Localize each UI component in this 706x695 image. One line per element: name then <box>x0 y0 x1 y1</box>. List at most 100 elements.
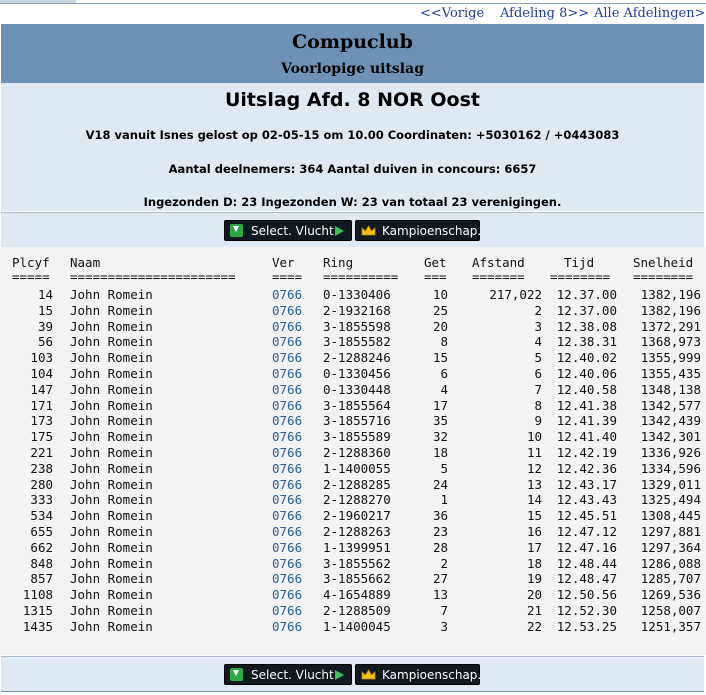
previous-link[interactable]: <<Vorige <box>420 6 484 21</box>
col-snelheid-cell: 1297,881 <box>640 524 701 539</box>
col-ring-header: Ring <box>323 255 354 270</box>
col-ver-cell[interactable]: 0766 <box>272 492 302 507</box>
championship-button[interactable]: Kampioenschap. <box>355 664 481 685</box>
col-get-underline: === <box>424 269 447 284</box>
club-title: Compuclub <box>292 31 413 53</box>
col-naam-cell: John Romein <box>70 334 153 350</box>
col-snelheid-cell: 1336,926 <box>640 445 701 460</box>
race-info: Uitslag Afd. 8 NOR Oost V18 vanuit Isnes… <box>1 83 704 211</box>
col-tijd-cell: 12.38.31 <box>556 334 617 350</box>
col-afstand-cell: 2 <box>534 302 542 318</box>
col-afstand-cell: 16 <box>526 524 542 539</box>
select-flight-label: Select. Vlucht <box>251 668 334 682</box>
col-naam-cell: John Romein <box>70 287 153 302</box>
col-ver-cell[interactable]: 0766 <box>272 445 302 460</box>
col-ver-cell[interactable]: 0766 <box>272 413 302 428</box>
col-ver-cell[interactable]: 0766 <box>272 540 302 555</box>
col-ver-cell[interactable]: 0766 <box>272 508 302 523</box>
col-naam-cell: John Romein <box>70 571 153 587</box>
col-plcyf-underline: ===== <box>12 269 50 284</box>
col-afstand-cell: 8 <box>534 397 542 413</box>
col-naam-cell: John Romein <box>70 508 153 524</box>
arrow-right-icon <box>335 226 344 236</box>
col-plcyf-cell: 1315 <box>22 603 53 618</box>
crown-icon <box>361 225 376 236</box>
select-flight-button[interactable]: Select. Vlucht <box>224 220 352 241</box>
col-ring-cell: 2-1288263 <box>323 524 391 539</box>
col-get-cell: 24 <box>432 476 448 492</box>
col-ver-cell[interactable]: 0766 <box>272 429 302 444</box>
col-get-cell: 6 <box>440 366 448 381</box>
col-get-cell: 35 <box>432 413 448 429</box>
col-afstand-cell: 17 <box>526 539 542 555</box>
col-naam-cell: John Romein <box>70 539 153 555</box>
col-tijd-cell: 12.43.43 <box>556 492 617 508</box>
col-afstand-cell: 5 <box>534 350 542 366</box>
col-tijd-underline: ======== <box>550 269 611 284</box>
col-ver-cell[interactable]: 0766 <box>272 603 302 618</box>
col-ver-cell[interactable]: 0766 <box>272 398 302 413</box>
col-plcyf-cell: 14 <box>37 287 53 302</box>
bottom-button-bar: Select. Vlucht Kampioenschap. <box>1 656 704 692</box>
col-ver-cell[interactable]: 0766 <box>272 287 302 302</box>
col-snelheid-cell: 1342,439 <box>640 413 701 429</box>
col-plcyf-cell: 171 <box>30 397 53 413</box>
col-naam-cell: John Romein <box>70 302 153 318</box>
col-tijd-cell: 12.37.00 <box>556 287 617 302</box>
championship-button[interactable]: Kampioenschap. <box>355 220 482 241</box>
col-ver-cell[interactable]: 0766 <box>272 366 302 381</box>
table-row: 1315 John Romein 0766 2-1288509 7 21 12.52.30 1… <box>0 603 706 619</box>
col-ver-cell[interactable]: 0766 <box>272 382 302 397</box>
col-afstand-cell: 10 <box>526 429 542 445</box>
select-flight-button[interactable]: Select. Vlucht <box>224 664 352 685</box>
col-get-cell: 13 <box>432 587 448 603</box>
col-ver-cell[interactable]: 0766 <box>272 619 302 634</box>
col-snelheid-cell: 1368,973 <box>640 334 701 350</box>
col-get-cell: 7 <box>440 603 448 618</box>
col-naam-cell: John Romein <box>70 555 153 571</box>
col-snelheid-cell: 1355,999 <box>640 350 701 366</box>
col-naam-header: Naam <box>70 255 101 270</box>
col-ver-cell[interactable]: 0766 <box>272 556 302 571</box>
col-ver-cell[interactable]: 0766 <box>272 319 302 334</box>
table-row: 175 John Romein 0766 3-1855589 32 10 12.41.40 1… <box>0 429 706 445</box>
col-ver-cell[interactable]: 0766 <box>272 334 302 349</box>
col-afstand-cell: 18 <box>526 555 542 571</box>
col-plcyf-cell: 333 <box>30 492 53 508</box>
col-ver-cell[interactable]: 0766 <box>272 477 302 492</box>
col-snelheid-underline: ======== <box>633 269 694 284</box>
col-tijd-cell: 12.40.58 <box>556 381 617 397</box>
col-ring-cell: 1-1399951 <box>323 539 391 555</box>
col-afstand-cell: 7 <box>534 381 542 397</box>
col-ver-cell[interactable]: 0766 <box>272 571 302 586</box>
col-get-cell: 25 <box>432 302 448 318</box>
page-title: Uitslag Afd. 8 NOR Oost <box>224 89 480 111</box>
download-icon <box>230 224 243 237</box>
col-ver-cell[interactable]: 0766 <box>272 587 302 602</box>
col-ver-cell[interactable]: 0766 <box>272 350 302 365</box>
col-plcyf-cell: 103 <box>30 350 53 366</box>
championship-label: Kampioenschap. <box>382 224 482 238</box>
col-plcyf-cell: 1108 <box>22 587 53 603</box>
next-afdeling-link[interactable]: Afdeling 8>> <box>500 6 589 21</box>
col-snelheid-cell: 1372,291 <box>640 318 701 334</box>
col-ring-cell: 3-1855716 <box>323 413 391 429</box>
col-ring-cell: 4-1654889 <box>323 587 391 603</box>
col-afstand-cell: 12 <box>526 460 542 476</box>
col-afstand-cell: 9 <box>534 413 542 429</box>
col-ver-header: Ver <box>272 255 295 270</box>
col-ver-cell[interactable]: 0766 <box>272 461 302 476</box>
col-ver-cell[interactable]: 0766 <box>272 303 302 318</box>
all-afdelingen-link[interactable]: Alle Afdelingen>> <box>594 6 706 21</box>
col-get-header: Get <box>424 255 447 270</box>
flight-details: V18 vanuit Isnes gelost op 02-05-15 om 1… <box>85 128 620 142</box>
table-row: 662 John Romein 0766 1-1399951 28 17 12.47.16 1… <box>0 540 706 556</box>
table-row: 238 John Romein 0766 1-1400055 5 12 12.42.36 13… <box>0 461 706 477</box>
col-afstand-cell: 11 <box>526 445 542 460</box>
col-plcyf-cell: 662 <box>30 539 53 555</box>
col-ver-cell[interactable]: 0766 <box>272 524 302 539</box>
col-tijd-cell: 12.53.25 <box>556 618 617 634</box>
title-band: Compuclub Voorlopige uitslag <box>1 24 704 83</box>
table-row: 15 John Romein 0766 2-1932168 25 2 12.37.00 138… <box>0 303 706 319</box>
col-ring-cell: 3-1855589 <box>323 429 391 445</box>
